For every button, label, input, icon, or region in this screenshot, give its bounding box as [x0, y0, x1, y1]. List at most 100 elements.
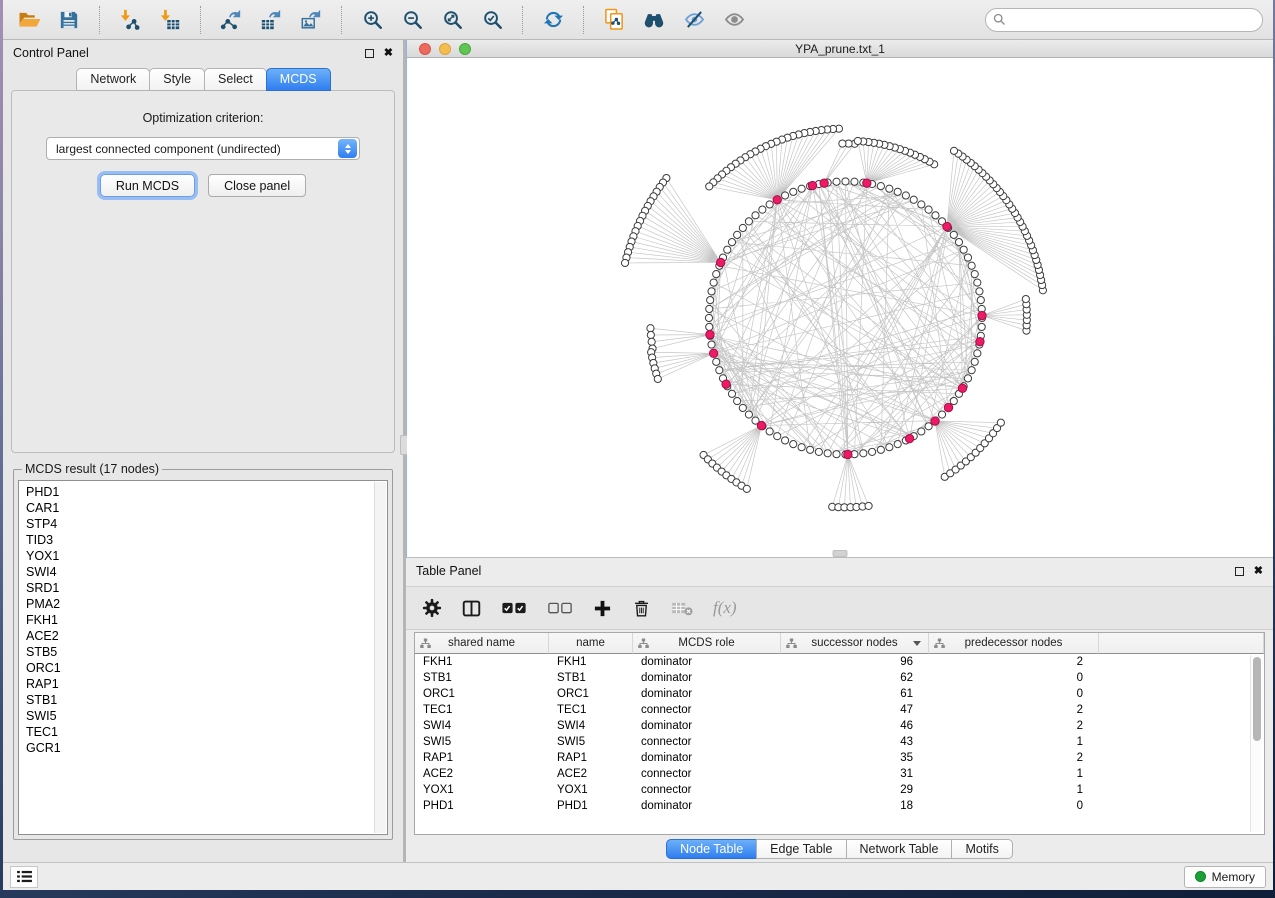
table-row[interactable]: FKH1FKH1dominator962 — [415, 654, 1264, 670]
cell-successor-nodes[interactable]: 62 — [781, 670, 929, 686]
table-scrollbar-thumb[interactable] — [1253, 657, 1261, 741]
graph-hub-node[interactable] — [808, 181, 816, 189]
graph-hub-node[interactable] — [958, 384, 966, 392]
export-table-icon[interactable] — [255, 4, 287, 36]
graph-node[interactable] — [971, 271, 978, 278]
graph-node[interactable] — [902, 192, 909, 199]
graph-node[interactable] — [647, 325, 654, 332]
graph-node[interactable] — [851, 178, 858, 185]
mcds-result-item[interactable]: SRD1 — [26, 580, 387, 596]
graph-node[interactable] — [706, 183, 713, 190]
cell-shared-name[interactable]: RAP1 — [415, 750, 549, 766]
cell-name[interactable]: FKH1 — [549, 654, 633, 670]
cell-shared-name[interactable]: STB1 — [415, 670, 549, 686]
graph-node[interactable] — [621, 259, 628, 266]
graph-node[interactable] — [938, 411, 945, 418]
graph-hub-node[interactable] — [943, 222, 951, 230]
graph-hub-node[interactable] — [976, 337, 984, 345]
graph-node[interactable] — [824, 450, 831, 457]
graph-node[interactable] — [713, 271, 720, 278]
graph-node[interactable] — [950, 147, 957, 154]
first-neighbors-icon[interactable] — [638, 4, 670, 36]
cell-shared-name[interactable]: ACE2 — [415, 766, 549, 782]
graph-node[interactable] — [745, 411, 752, 418]
panel-divider[interactable] — [403, 40, 406, 862]
graph-node[interactable] — [707, 297, 714, 304]
graph-node[interactable] — [977, 297, 984, 304]
graph-node[interactable] — [708, 288, 715, 295]
cell-shared-name[interactable]: SWI5 — [415, 734, 549, 750]
cell-successor-nodes[interactable]: 43 — [781, 734, 929, 750]
graph-hub-node[interactable] — [820, 179, 828, 187]
graph-hub-node[interactable] — [773, 196, 781, 204]
cell-name[interactable]: RAP1 — [549, 750, 633, 766]
open-file-icon[interactable] — [13, 4, 45, 36]
column-header-name[interactable]: name — [549, 633, 633, 654]
cell-successor-nodes[interactable]: 61 — [781, 686, 929, 702]
graph-node[interactable] — [807, 446, 814, 453]
cell-shared-name[interactable]: ORC1 — [415, 686, 549, 702]
graph-node[interactable] — [798, 185, 805, 192]
add-column-icon[interactable] — [593, 599, 612, 618]
graph-node[interactable] — [918, 428, 925, 435]
graph-node[interactable] — [774, 433, 781, 440]
graph-node[interactable] — [997, 419, 1004, 426]
mcds-result-item[interactable]: PMA2 — [26, 596, 387, 612]
mcds-result-item[interactable]: YOX1 — [26, 548, 387, 564]
float-table-panel-icon[interactable] — [1235, 567, 1244, 576]
graph-node[interactable] — [815, 448, 822, 455]
mcds-result-item[interactable]: CAR1 — [26, 500, 387, 516]
cell-shared-name[interactable]: FKH1 — [415, 654, 549, 670]
table-row[interactable]: YOX1YOX1connector291 — [415, 782, 1264, 798]
cell-predecessor-nodes[interactable]: 1 — [929, 734, 1099, 750]
graph-node[interactable] — [955, 239, 962, 246]
mcds-result-item[interactable]: STB1 — [26, 692, 387, 708]
cell-MCDS-role[interactable]: connector — [633, 702, 781, 718]
cell-MCDS-role[interactable]: dominator — [633, 686, 781, 702]
cell-predecessor-nodes[interactable]: 2 — [929, 654, 1099, 670]
graph-node[interactable] — [706, 305, 713, 312]
graph-hub-node[interactable] — [722, 380, 730, 388]
graph-node[interactable] — [960, 246, 967, 253]
mcds-result-item[interactable]: ORC1 — [26, 660, 387, 676]
graph-node[interactable] — [734, 397, 741, 404]
cell-predecessor-nodes[interactable]: 0 — [929, 798, 1099, 814]
table-scrollbar[interactable] — [1250, 655, 1262, 832]
run-mcds-button[interactable]: Run MCDS — [100, 174, 195, 197]
cell-successor-nodes[interactable]: 29 — [781, 782, 929, 798]
mcds-result-item[interactable]: STP4 — [26, 516, 387, 532]
delete-column-icon[interactable] — [632, 599, 651, 618]
graph-node[interactable] — [705, 314, 712, 321]
cell-successor-nodes[interactable]: 35 — [781, 750, 929, 766]
cell-name[interactable]: ORC1 — [549, 686, 633, 702]
table-settings-gear-icon[interactable] — [422, 598, 442, 618]
graph-node[interactable] — [886, 185, 893, 192]
graph-node[interactable] — [950, 231, 957, 238]
graph-hub-node[interactable] — [757, 421, 765, 429]
cell-predecessor-nodes[interactable]: 2 — [929, 718, 1099, 734]
save-icon[interactable] — [53, 4, 85, 36]
cell-name[interactable]: STB1 — [549, 670, 633, 686]
graph-node[interactable] — [964, 375, 971, 382]
graph-node[interactable] — [706, 323, 713, 330]
graph-node[interactable] — [833, 451, 840, 458]
mcds-result-item[interactable]: GCR1 — [26, 740, 387, 756]
column-header-successor-nodes[interactable]: successor nodes — [781, 633, 929, 654]
mcds-result-item[interactable]: RAP1 — [26, 676, 387, 692]
graph-node[interactable] — [745, 218, 752, 225]
horizontal-divider-handle-icon[interactable] — [833, 550, 848, 557]
graph-node[interactable] — [1022, 295, 1029, 302]
tab-node-table[interactable]: Node Table — [666, 839, 757, 859]
mcds-result-item[interactable]: PHD1 — [26, 484, 387, 500]
graph-node[interactable] — [877, 446, 884, 453]
cell-predecessor-nodes[interactable]: 1 — [929, 766, 1099, 782]
show-all-icon[interactable] — [718, 4, 750, 36]
graph-node[interactable] — [932, 212, 939, 219]
hide-selection-icon[interactable] — [678, 4, 710, 36]
graph-node[interactable] — [790, 188, 797, 195]
mcds-list-scrollbar[interactable] — [374, 482, 386, 833]
graph-node[interactable] — [833, 178, 840, 185]
zoom-in-icon[interactable] — [356, 4, 388, 36]
graph-node[interactable] — [724, 246, 731, 253]
graph-node[interactable] — [713, 358, 720, 365]
